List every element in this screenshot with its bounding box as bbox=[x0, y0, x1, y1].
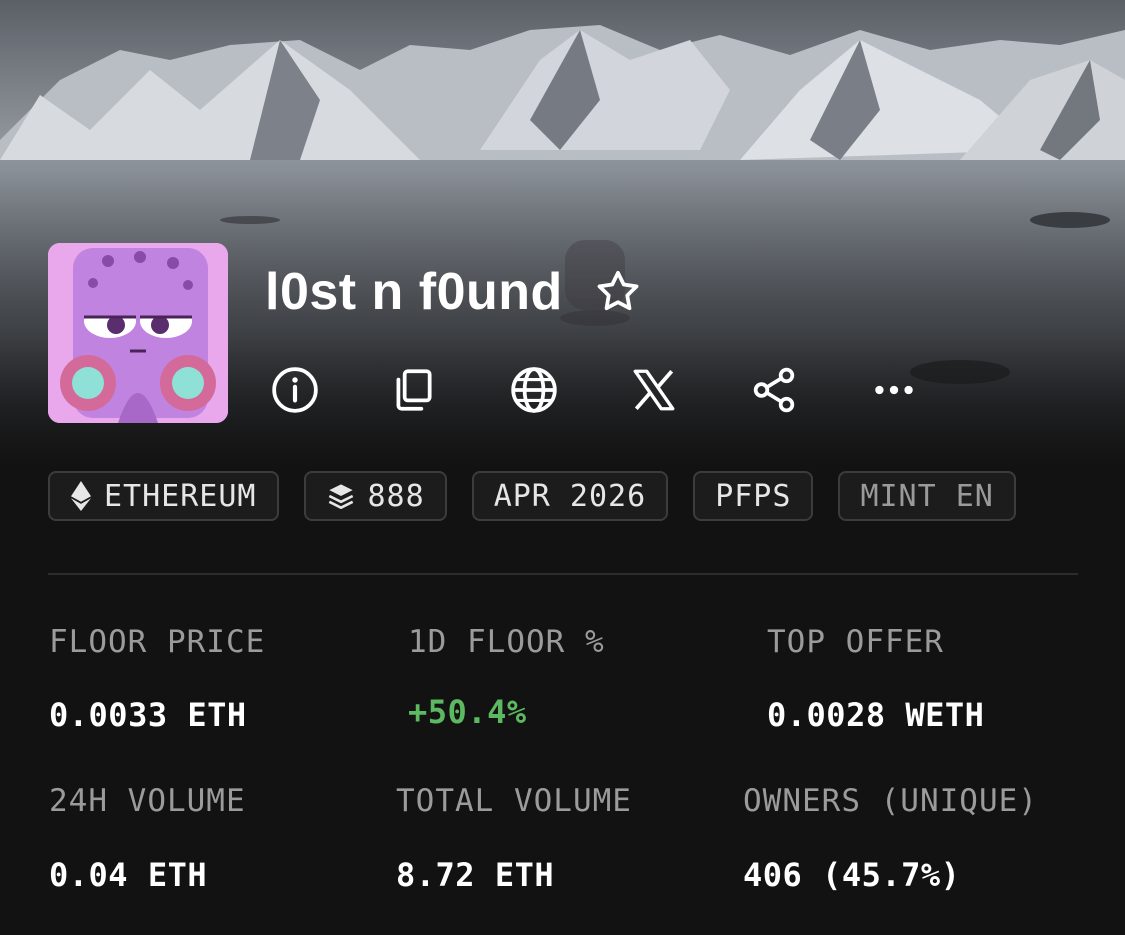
stat-value: 406 (45.7%) bbox=[743, 856, 961, 894]
items-chip[interactable]: 888 bbox=[303, 471, 447, 521]
website-button[interactable] bbox=[507, 363, 561, 417]
date-label: APR 2026 bbox=[493, 478, 647, 514]
stat-floor-price: FLOOR PRICE 0.0033 ETH bbox=[49, 624, 265, 734]
copy-button[interactable] bbox=[386, 363, 440, 417]
x-twitter-button[interactable] bbox=[627, 363, 681, 417]
stat-floor-change: 1D FLOOR % +50.4% bbox=[408, 624, 605, 731]
layers-icon bbox=[328, 484, 353, 509]
stat-value: 0.0028 WETH bbox=[767, 696, 985, 734]
title-row: l0st n f0und bbox=[265, 256, 643, 328]
share-icon bbox=[753, 367, 795, 413]
octopus-avatar-image bbox=[48, 243, 228, 423]
chain-chip[interactable]: ETHEREUM bbox=[48, 471, 279, 521]
more-button[interactable] bbox=[867, 363, 921, 417]
stat-label: 24H VOLUME bbox=[49, 783, 246, 819]
share-button[interactable] bbox=[747, 363, 801, 417]
chain-label: ETHEREUM bbox=[104, 478, 257, 514]
stat-label: FLOOR PRICE bbox=[49, 624, 266, 660]
stat-value: 8.72 ETH bbox=[396, 856, 555, 894]
stat-value: 0.0033 ETH bbox=[49, 696, 247, 734]
collection-avatar bbox=[48, 243, 228, 423]
stat-label: TOTAL VOLUME bbox=[396, 783, 632, 819]
mint-label: MINT EN bbox=[860, 478, 994, 514]
stat-top-offer: TOP OFFER 0.0028 WETH bbox=[767, 624, 984, 734]
stat-24h-volume: 24H VOLUME 0.04 ETH bbox=[49, 783, 246, 894]
collection-title: l0st n f0und bbox=[265, 263, 563, 321]
collection-tags: ETHEREUM 888 APR 2026 PFPS MINT EN bbox=[48, 471, 1078, 525]
mint-chip[interactable]: MINT EN bbox=[838, 471, 1016, 521]
info-icon bbox=[272, 367, 318, 413]
date-chip[interactable]: APR 2026 bbox=[471, 471, 669, 521]
category-label: PFPS bbox=[715, 478, 792, 514]
stat-label: 1D FLOOR % bbox=[408, 624, 605, 660]
stat-value: 0.04 ETH bbox=[49, 856, 208, 894]
stat-label: TOP OFFER bbox=[767, 624, 944, 660]
stat-label: OWNERS (UNIQUE) bbox=[743, 783, 1038, 819]
x-icon bbox=[633, 369, 675, 411]
section-divider bbox=[48, 573, 1078, 575]
info-button[interactable] bbox=[268, 363, 322, 417]
stat-owners: OWNERS (UNIQUE) 406 (45.7%) bbox=[743, 783, 1038, 894]
more-icon bbox=[875, 385, 913, 395]
copy-icon bbox=[396, 369, 432, 411]
stat-total-volume: TOTAL VOLUME 8.72 ETH bbox=[396, 783, 632, 894]
items-count: 888 bbox=[367, 478, 425, 514]
star-icon[interactable] bbox=[593, 267, 643, 317]
ethereum-icon bbox=[71, 481, 91, 511]
stat-value: +50.4% bbox=[408, 693, 527, 731]
globe-icon bbox=[511, 367, 557, 413]
category-chip[interactable]: PFPS bbox=[693, 471, 814, 521]
